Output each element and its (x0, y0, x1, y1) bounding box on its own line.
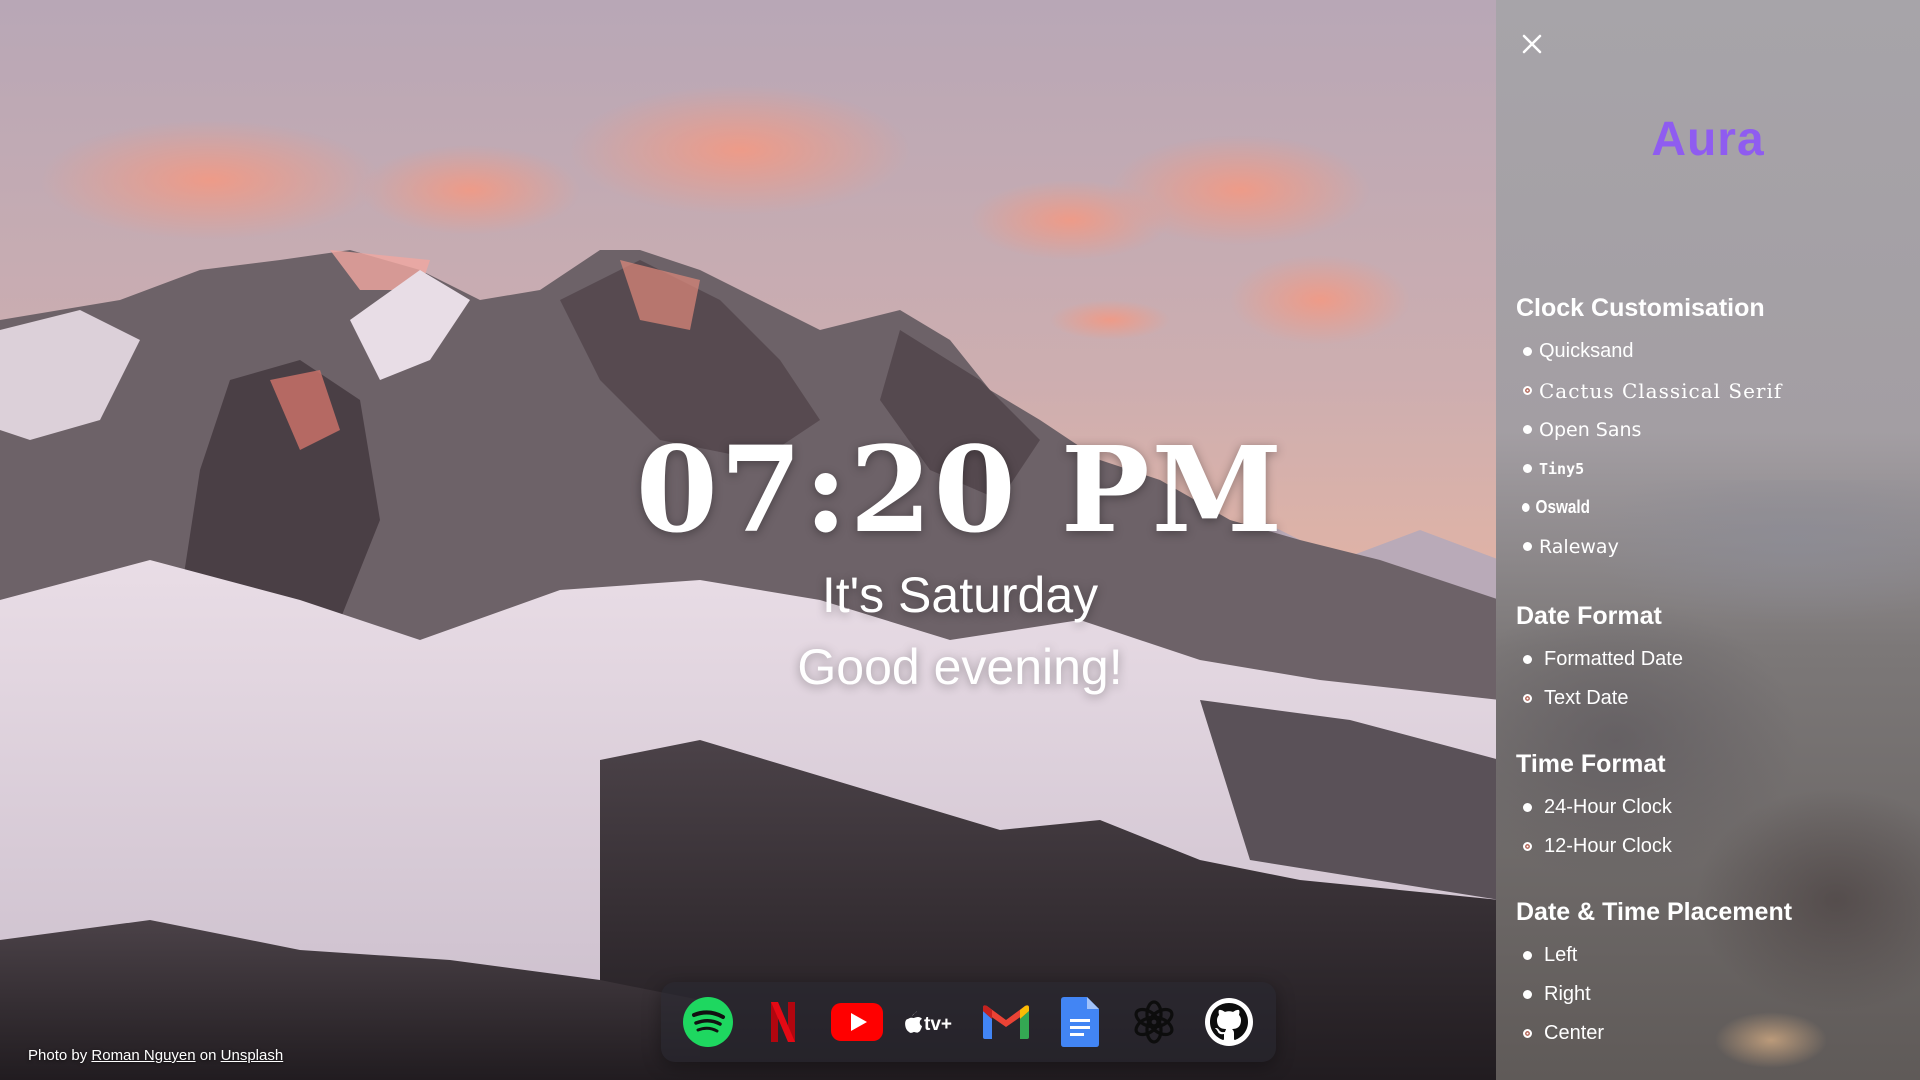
github-icon (1204, 998, 1253, 1046)
apple-tv-link[interactable]: tv+ (903, 994, 959, 1050)
option-label: Oswald (1535, 497, 1590, 517)
close-button[interactable] (1518, 30, 1550, 62)
radio-button[interactable] (1523, 803, 1532, 812)
section-title: Date & Time Placement (1516, 898, 1793, 926)
photo-credit: Photo by Roman Nguyen on Unsplash (28, 1047, 283, 1064)
font-option-tiny5[interactable]: Tiny5 (1516, 449, 1906, 488)
option-label: 24-Hour Clock (1544, 796, 1672, 818)
option-label: 12-Hour Clock (1544, 835, 1672, 857)
netflix-icon (770, 1002, 795, 1042)
youtube-icon (830, 1003, 883, 1041)
github-link[interactable] (1201, 994, 1257, 1050)
placement-option-center[interactable]: Center (1516, 1014, 1906, 1053)
date-option-formatted[interactable]: Formatted Date (1516, 640, 1906, 679)
author-link[interactable]: Roman Nguyen (91, 1047, 195, 1064)
option-label: Tiny5 (1539, 459, 1585, 478)
font-option-raleway[interactable]: Raleway (1516, 527, 1906, 566)
brand-title: Aura (1651, 113, 1765, 166)
gmail-link[interactable] (978, 994, 1034, 1050)
radio-button-checked[interactable] (1523, 694, 1532, 703)
radio-button[interactable] (1523, 464, 1532, 473)
radio-button[interactable] (1521, 503, 1530, 512)
chatgpt-link[interactable] (1126, 994, 1182, 1050)
time-option-24h[interactable]: 24-Hour Clock (1516, 788, 1906, 827)
font-option-quicksand[interactable]: Quicksand (1516, 332, 1906, 371)
clock-customisation-section: Clock Customisation Quicksand Cactus Cla… (1516, 292, 1906, 566)
section-title: Time Format (1516, 750, 1666, 778)
section-title: Clock Customisation (1516, 294, 1765, 322)
app-dock: tv+ (661, 982, 1276, 1062)
option-label: Formatted Date (1544, 648, 1683, 670)
spotify-link[interactable] (680, 994, 736, 1050)
time-option-12h[interactable]: 12-Hour Clock (1516, 827, 1906, 866)
option-label: Left (1544, 944, 1578, 966)
option-label: Quicksand (1539, 340, 1634, 362)
option-label: Center (1544, 1022, 1605, 1044)
option-label: Cactus Classical Serif (1539, 378, 1783, 403)
font-option-open-sans[interactable]: Open Sans (1516, 410, 1906, 449)
font-option-cactus-classical-serif[interactable]: Cactus Classical Serif (1516, 371, 1906, 410)
netflix-link[interactable] (755, 994, 811, 1050)
credit-prefix: Photo by (28, 1047, 88, 1064)
credit-middle: on (199, 1047, 217, 1064)
placement-option-right[interactable]: Right (1516, 975, 1906, 1014)
google-docs-icon (1061, 997, 1100, 1047)
radio-button[interactable] (1523, 951, 1532, 960)
date-format-section: Date Format Formatted Date Text Date (1516, 600, 1906, 718)
google-docs-link[interactable] (1052, 994, 1108, 1050)
gmail-icon (982, 1005, 1029, 1039)
radio-button[interactable] (1523, 347, 1532, 356)
radio-button[interactable] (1523, 425, 1532, 434)
radio-button-checked[interactable] (1523, 386, 1532, 395)
close-icon (1522, 34, 1542, 54)
unsplash-link[interactable]: Unsplash (221, 1047, 284, 1064)
radio-button[interactable] (1523, 655, 1532, 664)
placement-section: Date & Time Placement Left Right Center (1516, 896, 1906, 1053)
apple-tv-icon: tv+ (905, 1011, 952, 1035)
radio-button[interactable] (1523, 542, 1532, 551)
chatgpt-icon (1134, 1000, 1174, 1044)
placement-option-left[interactable]: Left (1516, 936, 1906, 975)
font-option-oswald[interactable]: Oswald (1516, 488, 1848, 527)
radio-button-checked[interactable] (1523, 842, 1532, 851)
settings-panel: Aura Clock Customisation Quicksand Cactu… (1496, 0, 1920, 1080)
time-format-section: Time Format 24-Hour Clock 12-Hour Clock (1516, 748, 1906, 866)
radio-button-checked[interactable] (1523, 1029, 1532, 1038)
radio-button[interactable] (1523, 990, 1532, 999)
option-label: Open Sans (1539, 418, 1642, 441)
section-title: Date Format (1516, 602, 1662, 630)
option-label: Text Date (1544, 687, 1629, 709)
spotify-icon (683, 997, 734, 1047)
youtube-link[interactable] (829, 994, 885, 1050)
date-option-text[interactable]: Text Date (1516, 679, 1906, 718)
option-label: Raleway (1539, 535, 1619, 558)
apple-tv-label: tv+ (924, 1014, 952, 1035)
option-label: Right (1544, 983, 1591, 1005)
